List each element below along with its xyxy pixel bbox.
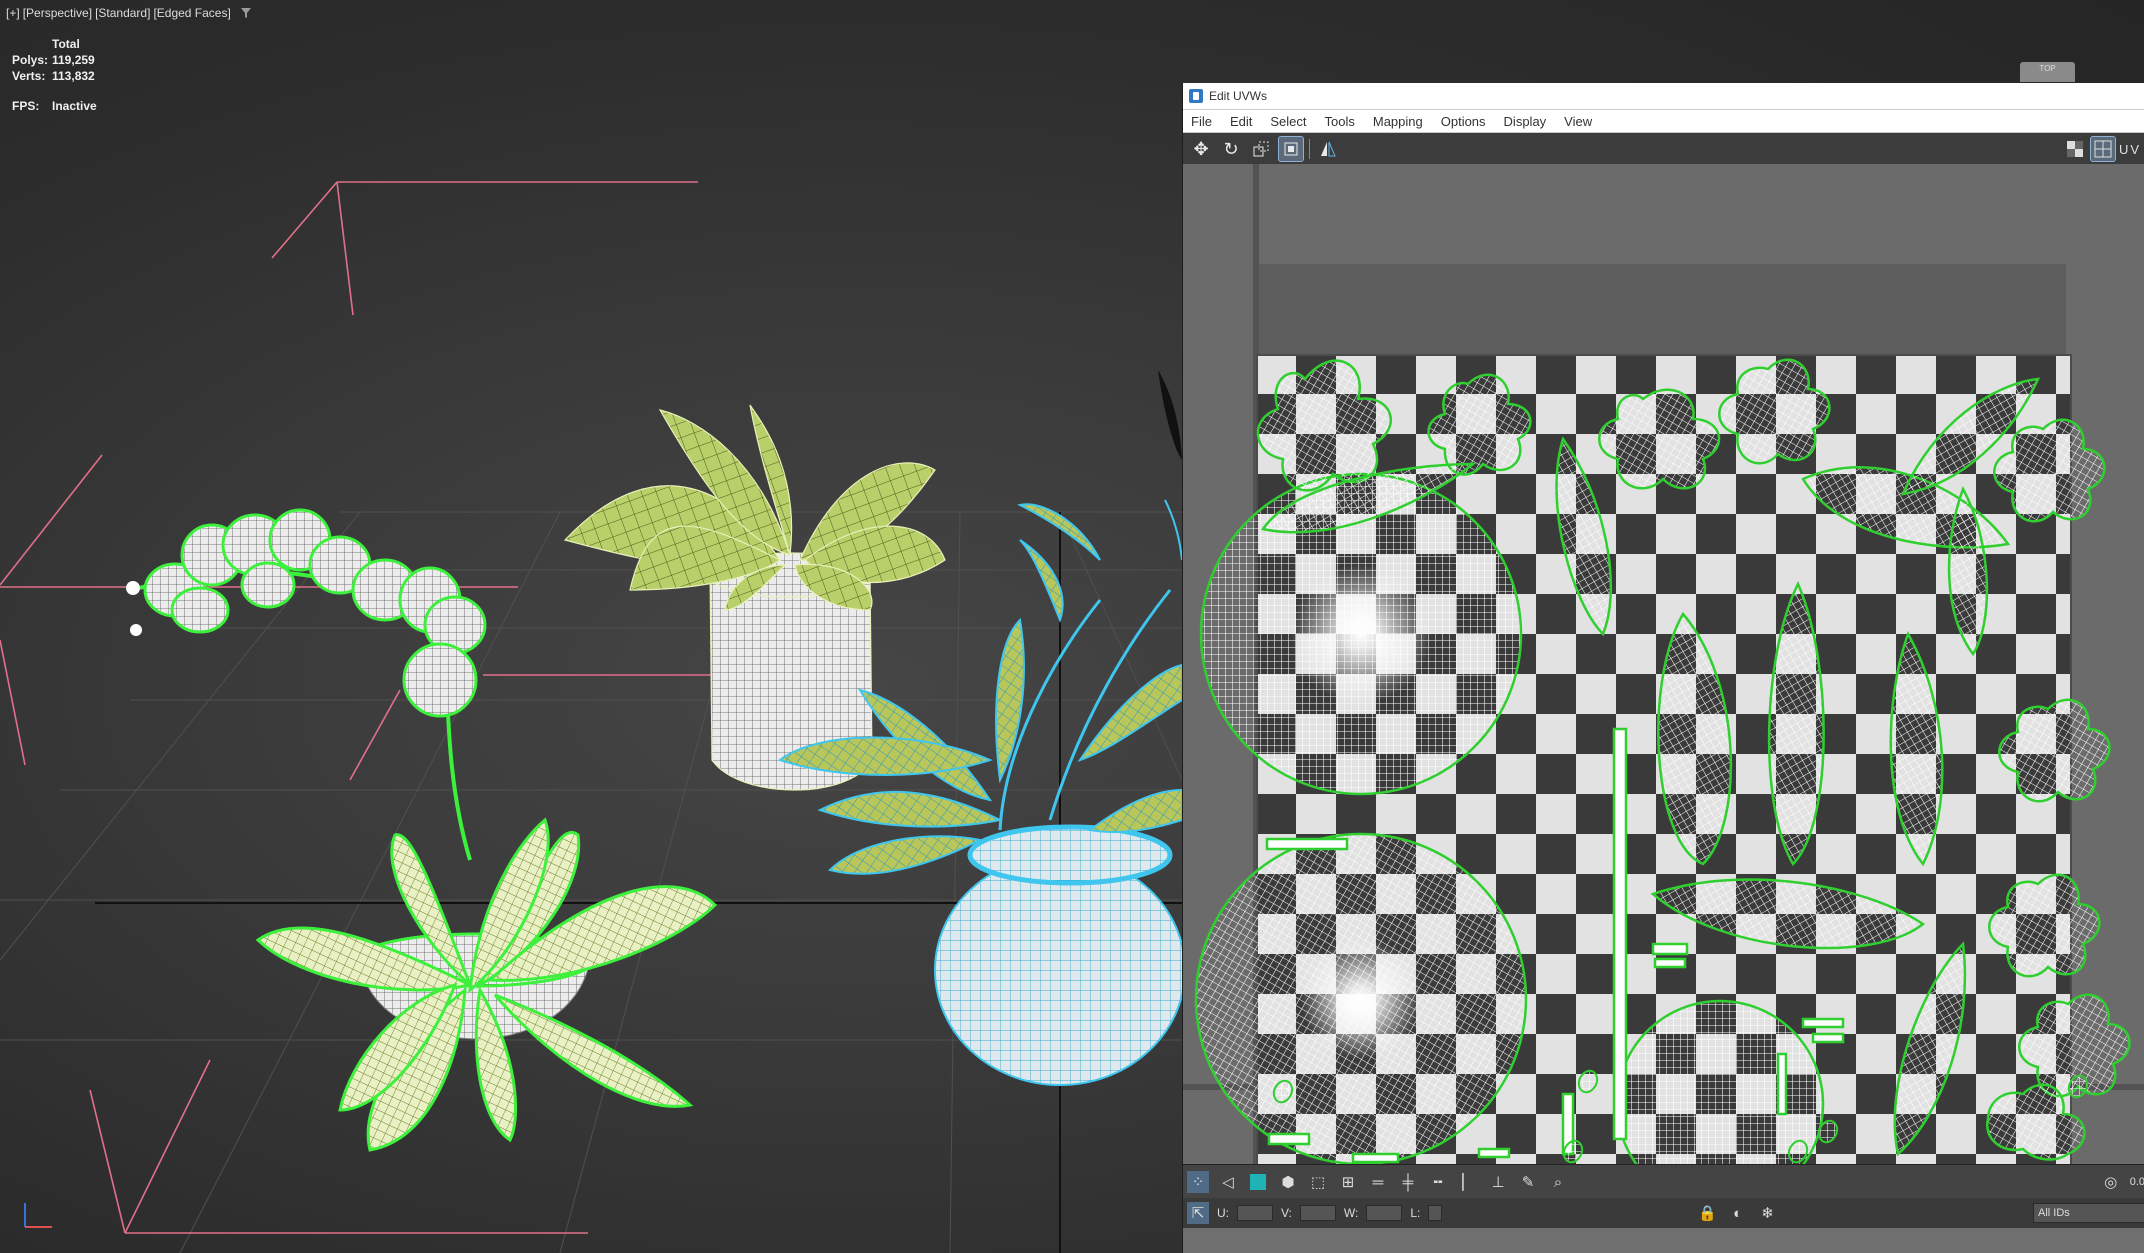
scale-icon[interactable] bbox=[1249, 137, 1273, 161]
v-field[interactable] bbox=[1299, 1205, 1336, 1221]
toolbar-separator bbox=[1309, 139, 1310, 159]
menu-mapping[interactable]: Mapping bbox=[1373, 114, 1423, 129]
orchid-plant-selected bbox=[126, 508, 718, 1152]
checker-pattern-icon[interactable] bbox=[2063, 137, 2087, 161]
menu-select[interactable]: Select bbox=[1270, 114, 1306, 129]
vertex-mode-icon[interactable]: ⁘ bbox=[1187, 1171, 1209, 1193]
mirror-icon[interactable] bbox=[1316, 137, 1340, 161]
viewcube-top-label[interactable]: TOP bbox=[2020, 62, 2075, 82]
uv-space-label[interactable]: UV bbox=[2119, 142, 2141, 157]
v-label: V: bbox=[1281, 1206, 1292, 1220]
absolute-offset-toggle-icon[interactable]: ⇱ bbox=[1187, 1202, 1209, 1224]
move-icon[interactable]: ✥ bbox=[1189, 137, 1213, 161]
material-id-select[interactable]: All IDs bbox=[2033, 1203, 2144, 1223]
uv-shell-disc-large-bottom bbox=[1194, 832, 1528, 1164]
leafy-pot-plant bbox=[563, 404, 946, 791]
face-mode-icon[interactable] bbox=[1247, 1171, 1269, 1193]
uvw-titlebar[interactable]: Edit UVWs bbox=[1183, 83, 2144, 110]
w-label: W: bbox=[1343, 1206, 1359, 1220]
step-loop-icon[interactable]: ╍ bbox=[1427, 1171, 1449, 1193]
soft-select-value: 0.0 bbox=[2129, 1176, 2144, 1188]
menu-view[interactable]: View bbox=[1564, 114, 1592, 129]
uv-shell-disc-small bbox=[1615, 999, 1825, 1164]
w-field[interactable] bbox=[1366, 1205, 1403, 1221]
u-label: U: bbox=[1217, 1206, 1229, 1220]
pin-icon[interactable]: ⊥ bbox=[1487, 1171, 1509, 1193]
menu-tools[interactable]: Tools bbox=[1325, 114, 1355, 129]
rotate-icon[interactable]: ↻ bbox=[1219, 137, 1243, 161]
element-mode-icon[interactable]: ⬢ bbox=[1277, 1171, 1299, 1193]
freeform-icon[interactable] bbox=[1278, 136, 1304, 162]
uvw-coordinates-bar: ⇱ U: V: W: L: 🔒 ◐ ❄ All IDs bbox=[1183, 1198, 2144, 1228]
menu-file[interactable]: File bbox=[1191, 114, 1212, 129]
uv-shells[interactable] bbox=[1183, 164, 2144, 1164]
l-label: L: bbox=[1410, 1206, 1421, 1220]
edge-mode-icon[interactable]: ◁ bbox=[1217, 1171, 1239, 1193]
paint-select-icon[interactable]: ⌕ bbox=[1547, 1171, 1569, 1193]
uvw-title: Edit UVWs bbox=[1209, 89, 1268, 103]
app-icon bbox=[1189, 89, 1203, 103]
select-region-icon[interactable]: ⬚ bbox=[1307, 1171, 1329, 1193]
uv-editor-canvas[interactable] bbox=[1183, 164, 2144, 1170]
align-icon[interactable]: ▏ bbox=[1457, 1171, 1479, 1193]
menu-edit[interactable]: Edit bbox=[1230, 114, 1252, 129]
grow-selection-icon[interactable]: ⊞ bbox=[1337, 1171, 1359, 1193]
brush-icon[interactable]: ✎ bbox=[1517, 1171, 1539, 1193]
edit-uvws-window: Edit UVWs File Edit Select Tools Mapping… bbox=[1182, 83, 2144, 1253]
lock-icon[interactable]: 🔒 bbox=[1697, 1202, 1719, 1224]
hide-icon[interactable]: ◐ bbox=[1727, 1202, 1749, 1224]
uvw-selection-toolbar: ⁘ ◁ ⬢ ⬚ ⊞ ═ ╪ ╍ ▏ ⊥ ✎ ⌕ ◎ 0.0 bbox=[1183, 1164, 2144, 1199]
uvw-menubar: File Edit Select Tools Mapping Options D… bbox=[1183, 110, 2144, 133]
ring-icon[interactable]: ╪ bbox=[1397, 1171, 1419, 1193]
l-checkbox[interactable] bbox=[1428, 1205, 1443, 1221]
freeze-icon[interactable]: ❄ bbox=[1757, 1202, 1779, 1224]
loop-icon[interactable]: ═ bbox=[1367, 1171, 1389, 1193]
uvw-toolbar: ✥ ↻ UV bbox=[1183, 133, 2144, 166]
menu-display[interactable]: Display bbox=[1504, 114, 1547, 129]
soft-select-icon[interactable]: ◎ bbox=[2100, 1171, 2122, 1193]
texture-map-icon[interactable] bbox=[2089, 136, 2116, 162]
menu-options[interactable]: Options bbox=[1441, 114, 1486, 129]
toolbar-right: UV bbox=[2063, 136, 2144, 162]
u-field[interactable] bbox=[1237, 1205, 1273, 1221]
world-axis-icon bbox=[24, 1203, 52, 1228]
